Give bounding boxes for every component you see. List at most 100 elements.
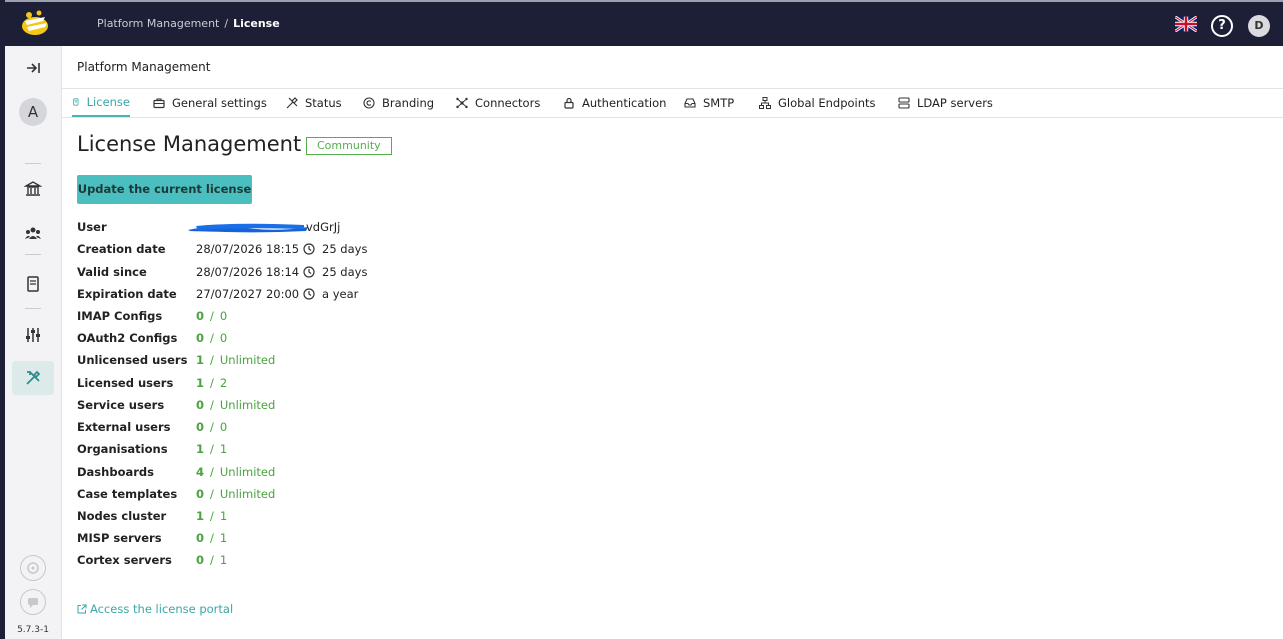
page-title: License Management (77, 132, 302, 156)
tab-bar: License General settings Status Branding… (62, 89, 1283, 118)
top-bar: Platform Management / License ? D (5, 0, 1283, 46)
limit-count: 0 / Unlimited (196, 487, 275, 501)
network-icon (759, 97, 771, 109)
count-separator: / (210, 309, 214, 323)
date-label: Expiration date (77, 287, 177, 301)
max-count: 2 (219, 376, 228, 390)
relative-duration: 25 days (303, 265, 367, 279)
expand-icon (27, 63, 40, 73)
max-count: 0 (219, 420, 228, 434)
page-header-title: Platform Management (77, 60, 211, 74)
max-count: 1 (219, 509, 228, 523)
portal-link-text: Access the license portal (90, 602, 234, 616)
limit-count: 1 / 2 (196, 376, 227, 390)
limit-count: 0 / Unlimited (196, 398, 275, 412)
sidebar-divider (25, 254, 41, 255)
help-icon[interactable]: ? (1211, 15, 1233, 37)
tab-license[interactable]: License (72, 89, 130, 117)
tab-label: SMTP (703, 96, 735, 110)
tab-connectors[interactable]: Connectors (456, 89, 540, 117)
duration-text: a year (322, 287, 359, 301)
used-count: 0 (196, 331, 205, 345)
tab-general-settings[interactable]: General settings (153, 89, 267, 117)
sidebar-item-organisations[interactable] (12, 172, 54, 206)
tab-status[interactable]: Status (286, 89, 342, 117)
tab-branding[interactable]: Branding (363, 89, 434, 117)
update-license-button[interactable]: Update the current license (77, 175, 252, 204)
license-portal-link[interactable]: Access the license portal (77, 602, 233, 616)
count-separator: / (210, 465, 214, 479)
tab-smtp[interactable]: SMTP (684, 89, 734, 117)
used-count: 0 (196, 531, 205, 545)
app-version: 5.7.3-1 (17, 625, 49, 635)
count-separator: / (210, 487, 214, 501)
tab-label: General settings (172, 96, 267, 110)
max-count: Unlimited (219, 465, 276, 479)
sidebar: A 5.7.3-1 (5, 46, 62, 639)
limit-label: External users (77, 420, 171, 434)
used-count: 1 (196, 442, 205, 456)
limit-count: 1 / Unlimited (196, 353, 275, 367)
relative-duration: a year (303, 287, 358, 301)
page-header: Platform Management (62, 46, 1283, 89)
duration-text: 25 days (322, 265, 368, 279)
sidebar-item-platform-management[interactable] (12, 361, 54, 395)
book-icon (27, 276, 39, 292)
sidebar-item-settings[interactable] (12, 318, 54, 352)
license-icon (73, 98, 79, 106)
sliders-icon (26, 328, 40, 342)
clock-icon (303, 266, 315, 278)
app-logo[interactable] (19, 9, 51, 39)
date-label: Valid since (77, 265, 147, 279)
date-value: 28/07/2026 18:14 (196, 265, 300, 279)
used-count: 1 (196, 509, 205, 523)
tab-label: Connectors (475, 96, 541, 110)
limit-label: IMAP Configs (77, 309, 163, 323)
limit-count: 0 / 0 (196, 309, 227, 323)
tab-ldap-servers[interactable]: LDAP servers (898, 89, 993, 117)
date-value: 27/07/2027 20:00 (196, 287, 300, 301)
limit-count: 1 / 1 (196, 442, 227, 456)
count-separator: / (210, 353, 214, 367)
tab-authentication[interactable]: Authentication (563, 89, 666, 117)
user-label: User (77, 220, 107, 234)
duration-text: 25 days (322, 242, 368, 256)
limit-count: 0 / 1 (196, 553, 227, 567)
user-avatar[interactable]: D (1248, 15, 1270, 37)
copyright-icon (363, 97, 375, 109)
tab-global-endpoints[interactable]: Global Endpoints (759, 89, 876, 117)
limit-label: OAuth2 Configs (77, 331, 178, 345)
organisation-avatar[interactable]: A (19, 98, 47, 126)
expand-sidebar-button[interactable] (12, 51, 54, 85)
max-count: 1 (219, 442, 228, 456)
chat-icon[interactable] (20, 589, 46, 615)
external-link-icon (77, 604, 87, 614)
used-count: 0 (196, 553, 205, 567)
tab-label: License (86, 95, 130, 109)
uk-flag-icon[interactable] (1175, 16, 1197, 32)
limit-count: 0 / 0 (196, 420, 227, 434)
sidebar-item-users[interactable] (12, 216, 54, 250)
limit-label: MISP servers (77, 531, 162, 545)
integrations-status-icon[interactable] (20, 555, 46, 581)
server-icon (898, 97, 910, 109)
lock-icon (564, 97, 574, 109)
count-separator: / (210, 531, 214, 545)
used-count: 1 (196, 376, 205, 390)
relative-duration: 25 days (303, 242, 367, 256)
limit-label: Nodes cluster (77, 509, 167, 523)
user-value: vdGrJj (306, 220, 341, 234)
date-value: 28/07/2026 18:15 (196, 242, 300, 256)
limit-label: Licensed users (77, 376, 174, 390)
breadcrumb-parent[interactable]: Platform Management (97, 17, 219, 30)
tab-label: Branding (382, 96, 435, 110)
limit-label: Organisations (77, 442, 168, 456)
limit-label: Service users (77, 398, 165, 412)
limit-label: Case templates (77, 487, 178, 501)
inbox-icon (684, 98, 696, 108)
count-separator: / (210, 509, 214, 523)
sidebar-item-knowledge[interactable] (12, 267, 54, 301)
bank-icon (24, 181, 42, 196)
count-separator: / (210, 331, 214, 345)
briefcase-icon (153, 98, 165, 109)
